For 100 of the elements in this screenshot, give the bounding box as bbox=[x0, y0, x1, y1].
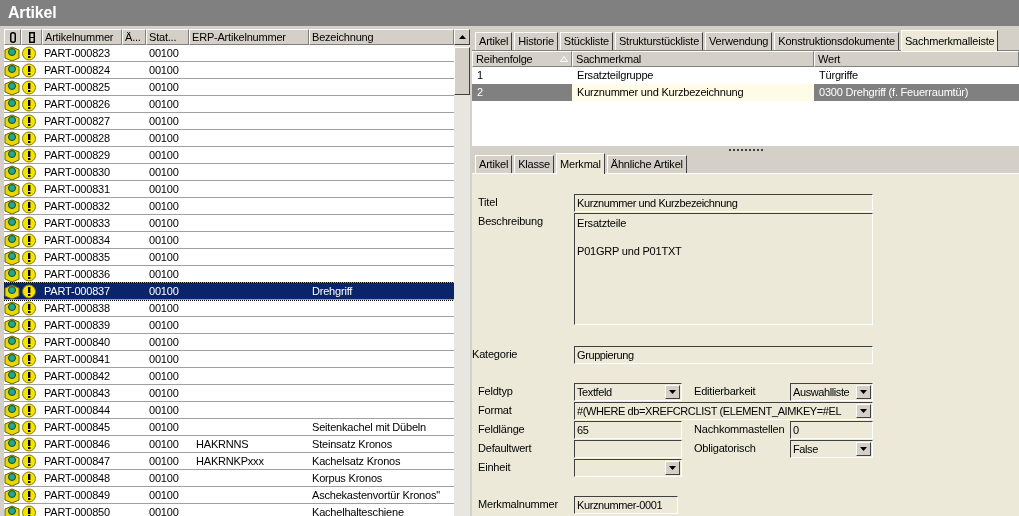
field-label: Feldlänge bbox=[478, 422, 526, 437]
title-field[interactable]: Kurznummer und Kurzbezeichnung bbox=[574, 194, 873, 212]
column-header[interactable] bbox=[21, 29, 42, 45]
table-row[interactable]: PART-000832 00100 bbox=[4, 198, 454, 215]
tab[interactable]: Artikel bbox=[475, 32, 513, 50]
table-cell-text: 00100 bbox=[148, 403, 180, 418]
tab[interactable]: Sachmerkmalleiste bbox=[900, 30, 999, 51]
field-length-field[interactable]: 65 bbox=[574, 421, 682, 439]
table-row[interactable]: PART-000846 00100 HAKRNNS Steinsatz Kronos bbox=[4, 436, 454, 453]
table-row[interactable]: PART-000837 00100 Drehgriff bbox=[4, 283, 454, 300]
feature-number-field[interactable]: Kurznummer-0001 bbox=[574, 496, 678, 514]
package-icon bbox=[4, 79, 20, 95]
table-row[interactable]: 2 Kurznummer und Kurzbezeichnung 0300 Drehgriff (f. Feuerraumtür) bbox=[472, 84, 1019, 101]
editability-select[interactable]: Auswahlliste bbox=[790, 383, 873, 401]
table-cell-text: Türgriffe bbox=[818, 68, 859, 84]
table-row[interactable]: PART-000835 00100 bbox=[4, 249, 454, 266]
table-row[interactable]: PART-000848 00100 Korpus Kronos bbox=[4, 470, 454, 487]
field-label: Titel bbox=[478, 195, 499, 210]
decimal-places-field[interactable]: 0 bbox=[790, 421, 873, 439]
table-cell-text: PART-000830 bbox=[43, 165, 111, 180]
table-cell-text: PART-000829 bbox=[43, 148, 111, 163]
description-field[interactable]: Ersatzteile P01GRP und P01TXT bbox=[574, 213, 873, 325]
table-row[interactable]: PART-000843 00100 bbox=[4, 385, 454, 402]
table-cell-text: 00100 bbox=[148, 97, 180, 112]
table-row[interactable]: PART-000844 00100 bbox=[4, 402, 454, 419]
format-select[interactable]: #(WHERE db=XREFCRCLIST (ELEMENT_AIMKEY=#EL bbox=[574, 402, 873, 420]
dropdown-arrow-button[interactable] bbox=[665, 385, 680, 399]
table-row[interactable]: PART-000838 00100 bbox=[4, 300, 454, 317]
tab[interactable]: Konstruktionsdokumente bbox=[774, 32, 899, 50]
tab[interactable]: Artikel bbox=[475, 155, 513, 173]
table-row[interactable]: PART-000847 00100 HAKRNKPxxx Kachelsatz Kronos bbox=[4, 453, 454, 470]
tab[interactable]: Klasse bbox=[514, 155, 554, 173]
table-row[interactable]: PART-000825 00100 bbox=[4, 79, 454, 96]
mandatory-select[interactable]: False bbox=[790, 440, 873, 458]
tab[interactable]: Verwendung bbox=[705, 32, 773, 50]
field-label: Feldtyp bbox=[478, 384, 514, 399]
tab[interactable]: Historie bbox=[514, 32, 558, 50]
field-type-select[interactable]: Textfeld bbox=[574, 383, 682, 401]
table-row[interactable]: PART-000829 00100 bbox=[4, 147, 454, 164]
warning-icon bbox=[21, 45, 38, 61]
table-row[interactable]: PART-000849 00100 Aschekastenvortür Kronos" bbox=[4, 487, 454, 504]
dropdown-arrow-button[interactable] bbox=[856, 442, 871, 456]
tab[interactable]: Ähnliche Artikel bbox=[606, 155, 687, 173]
caret-icon bbox=[860, 390, 867, 394]
unit-select[interactable] bbox=[574, 459, 682, 477]
dropdown-arrow-button[interactable] bbox=[665, 461, 680, 475]
table-row[interactable]: PART-000824 00100 bbox=[4, 62, 454, 79]
table-row[interactable]: PART-000840 00100 bbox=[4, 334, 454, 351]
table-row[interactable]: PART-000833 00100 bbox=[4, 215, 454, 232]
table-row[interactable]: PART-000850 00100 Kachelhalteschiene bbox=[4, 504, 454, 516]
table-cell-text: 00100 bbox=[148, 199, 180, 214]
package-icon bbox=[4, 164, 20, 180]
table-cell-text: Drehgriff bbox=[311, 284, 354, 299]
window-title: Artikel bbox=[0, 0, 1019, 26]
table-row[interactable]: PART-000823 00100 bbox=[4, 45, 454, 62]
column-header[interactable]: Wert bbox=[814, 51, 1019, 67]
default-value-field[interactable] bbox=[574, 440, 682, 458]
caret-icon bbox=[860, 447, 867, 451]
dropdown-arrow-button[interactable] bbox=[856, 404, 871, 418]
scrollbar[interactable] bbox=[454, 29, 470, 516]
tab[interactable]: Stückliste bbox=[559, 32, 613, 50]
tab[interactable]: Strukturstückliste bbox=[614, 32, 704, 50]
column-header[interactable]: Artikelnummer bbox=[42, 29, 122, 45]
column-header[interactable]: ERP-Artikelnummer bbox=[189, 29, 309, 45]
package-icon bbox=[4, 198, 20, 214]
table-cell-text: PART-000843 bbox=[43, 386, 111, 401]
column-header[interactable]: Reihenfolge bbox=[472, 51, 572, 67]
column-header[interactable]: Ä... bbox=[122, 29, 146, 45]
column-header[interactable]: Stat... bbox=[146, 29, 189, 45]
table-row[interactable]: PART-000828 00100 bbox=[4, 130, 454, 147]
scroll-thumb[interactable] bbox=[454, 47, 470, 95]
table-cell: Kurznummer und Kurzbezeichnung bbox=[572, 84, 814, 101]
table-row[interactable]: PART-000827 00100 bbox=[4, 113, 454, 130]
warning-icon bbox=[21, 351, 38, 367]
column-header[interactable]: Bezeichnung bbox=[309, 29, 454, 45]
splitter-handle[interactable] bbox=[728, 149, 763, 151]
table-row[interactable]: PART-000842 00100 bbox=[4, 368, 454, 385]
table-row[interactable]: PART-000834 00100 bbox=[4, 232, 454, 249]
column-header[interactable]: Sachmerkmal bbox=[572, 51, 814, 67]
table-row[interactable]: PART-000839 00100 bbox=[4, 317, 454, 334]
table-row[interactable]: PART-000826 00100 bbox=[4, 96, 454, 113]
table-row[interactable]: PART-000831 00100 bbox=[4, 181, 454, 198]
table-cell-text: PART-000836 bbox=[43, 267, 111, 282]
dropdown-arrow-button[interactable] bbox=[856, 385, 871, 399]
caret-icon bbox=[669, 390, 676, 394]
package-icon bbox=[4, 96, 20, 112]
table-row[interactable]: PART-000841 00100 bbox=[4, 351, 454, 368]
table-cell-text: 00100 bbox=[148, 216, 180, 231]
warning-icon bbox=[21, 147, 38, 163]
warning-icon bbox=[21, 96, 38, 112]
table-cell-text: PART-000842 bbox=[43, 369, 111, 384]
tab[interactable]: Merkmal bbox=[556, 153, 605, 174]
category-field[interactable]: Gruppierung bbox=[574, 346, 873, 364]
warning-icon bbox=[21, 487, 38, 503]
column-header[interactable] bbox=[4, 29, 21, 45]
package-icon bbox=[4, 147, 20, 163]
table-row[interactable]: 1 Ersatzteilgruppe Türgriffe bbox=[472, 67, 1019, 84]
table-row[interactable]: PART-000830 00100 bbox=[4, 164, 454, 181]
table-row[interactable]: PART-000845 00100 Seitenkachel mit Dübeln bbox=[4, 419, 454, 436]
scroll-up-button[interactable] bbox=[454, 29, 470, 45]
